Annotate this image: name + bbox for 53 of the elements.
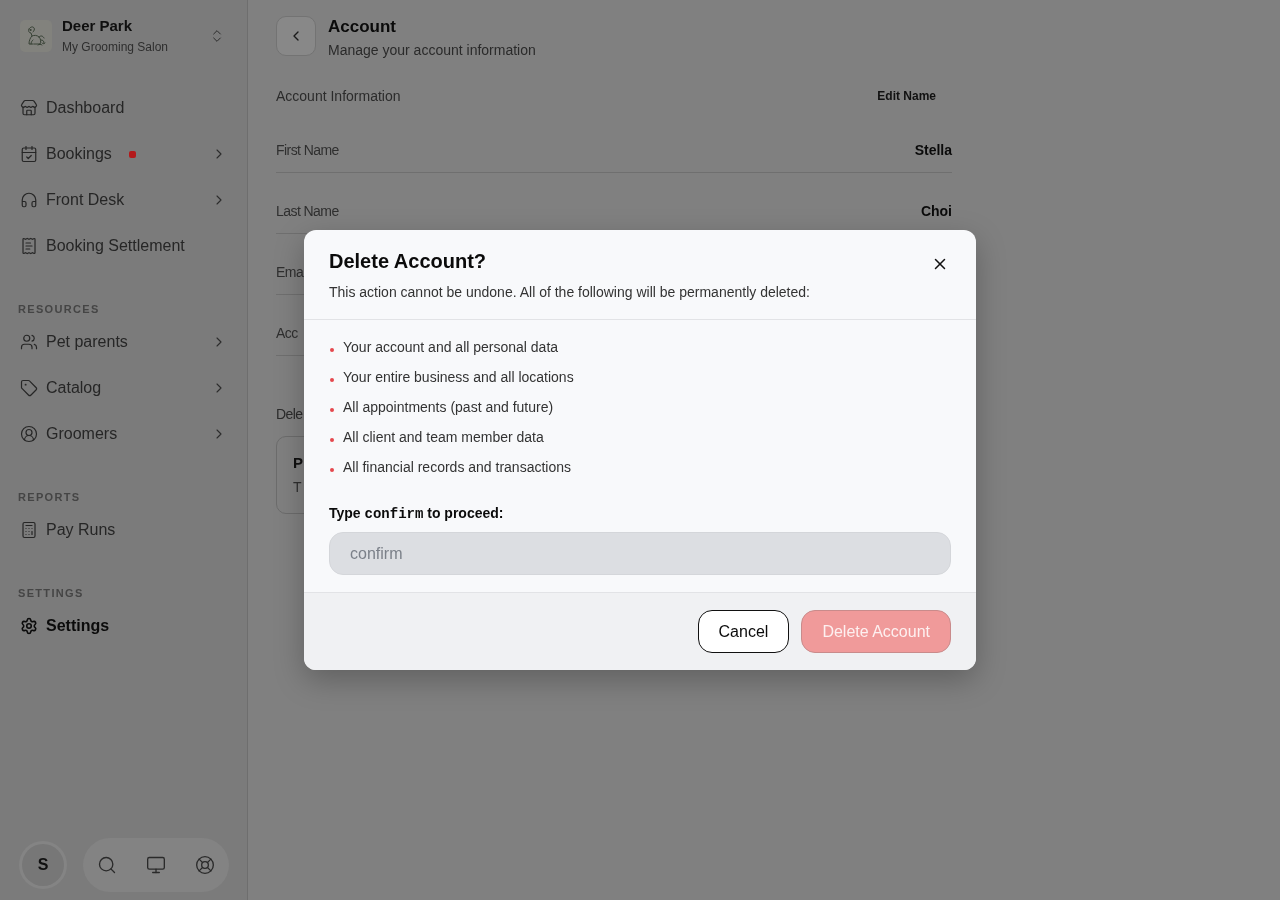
search-icon [97, 855, 117, 875]
field-label: First Name [276, 141, 339, 160]
field-value: Stella [914, 141, 952, 160]
nav-item[interactable]: Booking Settlement [12, 226, 235, 266]
bullet-icon [330, 348, 334, 352]
field-label: Acc [276, 324, 298, 343]
nav-item[interactable]: Pet parents [12, 322, 235, 362]
cancel-button[interactable]: Cancel [697, 610, 790, 653]
monitor-icon [146, 855, 166, 875]
business-name: Deer Park [62, 16, 133, 36]
user-circle-icon [20, 425, 38, 443]
people-icon [20, 333, 38, 351]
receipt-icon [20, 237, 38, 255]
section-title: Account Information [276, 87, 401, 106]
bullet-icon [330, 408, 334, 412]
calculator-icon [20, 521, 38, 539]
nav-item[interactable]: Catalog [12, 368, 235, 408]
deletion-item: All appointments (past and future) [343, 398, 554, 417]
confirm-input[interactable]: confirm [329, 532, 951, 575]
bullet-icon [330, 468, 334, 472]
card-title: P [293, 454, 303, 472]
card-text: T [293, 478, 302, 497]
deletion-item: Your account and all personal data [343, 338, 559, 357]
dog-sketch-logo [20, 19, 52, 52]
nav-item[interactable]: Bookings [12, 134, 235, 174]
field-value: Choi [920, 202, 952, 221]
storefront-icon [20, 99, 38, 117]
dialog-description: This action cannot be undone. All of the following will be permanently deleted: [329, 283, 810, 302]
deletion-item: All client and team member data [343, 428, 544, 447]
nav-item[interactable]: Dashboard [12, 88, 235, 128]
nav-item[interactable]: Pay Runs [12, 510, 235, 550]
edit-name-button[interactable]: Edit Name [861, 86, 952, 106]
deletion-item: All financial records and transactions [343, 458, 571, 477]
tag-icon [20, 379, 38, 397]
gear-icon [20, 617, 38, 635]
confirm-instruction: Type confirm to proceed: [329, 504, 504, 524]
deletion-item: Your entire business and all locations [343, 368, 574, 387]
headphones-icon [20, 191, 38, 209]
section-heading: Dele [276, 405, 303, 424]
user-avatar[interactable]: S [22, 844, 64, 886]
page-subtitle: Manage your account information [328, 41, 536, 60]
nav-item[interactable]: Groomers [12, 414, 235, 454]
field-label: Last Name [276, 202, 339, 221]
nav-item[interactable]: Settings [12, 606, 235, 646]
page-title: Account [328, 16, 396, 38]
bullet-icon [330, 378, 334, 382]
bullet-icon [330, 438, 334, 442]
calendar-check-icon [20, 145, 38, 163]
dialog-title: Delete Account? [329, 249, 487, 274]
nav-item[interactable]: Front Desk [12, 180, 235, 220]
lifebuoy-icon [195, 855, 215, 875]
field-label: Ema [276, 263, 304, 282]
business-subtitle: My Grooming Salon [62, 39, 169, 55]
